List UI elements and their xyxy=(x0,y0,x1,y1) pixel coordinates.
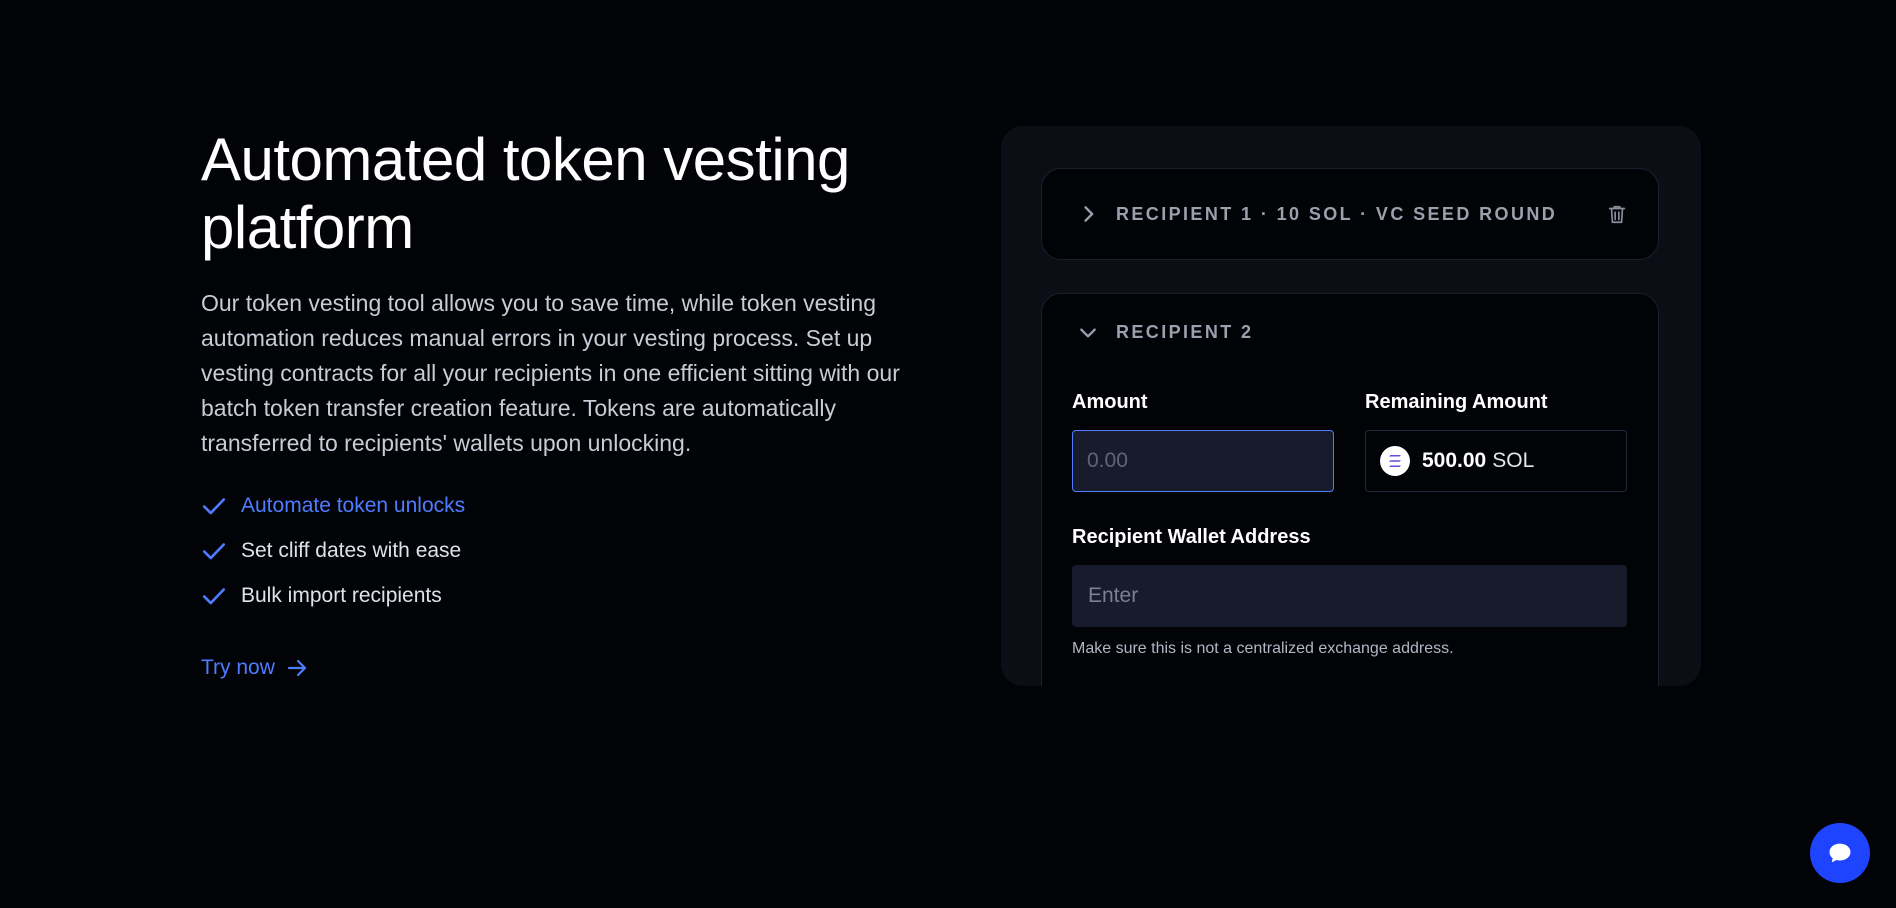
try-now-label: Try now xyxy=(201,656,275,679)
hero-description: Our token vesting tool allows you to sav… xyxy=(201,290,900,456)
feature-label: Set cliff dates with ease xyxy=(241,538,462,562)
wallet-address-label: Recipient Wallet Address xyxy=(1072,526,1311,548)
hero-title: Automated token vesting platform xyxy=(201,126,850,261)
recipient-1-accordion[interactable]: RECIPIENT 1 · 10 SOL · VC SEED ROUND xyxy=(1041,168,1659,260)
amount-input[interactable] xyxy=(1072,430,1334,492)
remaining-amount-unit: SOL xyxy=(1492,449,1535,472)
chevron-right-icon xyxy=(1084,206,1094,222)
page: Automated token vesting platform Our tok… xyxy=(0,0,1896,908)
feature-item-cliff: Set cliff dates with ease xyxy=(201,528,921,573)
solana-icon xyxy=(1380,446,1410,476)
check-icon xyxy=(202,497,226,514)
remaining-amount-value: 500.00 xyxy=(1422,449,1487,472)
amount-label: Amount xyxy=(1072,391,1148,413)
wallet-address-input[interactable] xyxy=(1072,565,1627,627)
trash-icon[interactable] xyxy=(1606,202,1628,226)
chat-button[interactable] xyxy=(1810,823,1870,883)
recipient-2-accordion: RECIPIENT 2 Amount Remaining Amount 500.… xyxy=(1041,293,1659,686)
remaining-amount-label: Remaining Amount xyxy=(1365,391,1548,413)
vesting-form-panel: RECIPIENT 1 · 10 SOL · VC SEED ROUND REC… xyxy=(1001,126,1701,686)
try-now-link[interactable]: Try now xyxy=(201,656,309,680)
wallet-address-hint: Make sure this is not a centralized exch… xyxy=(1072,640,1454,657)
hero-section: Automated token vesting platform Our tok… xyxy=(201,126,921,680)
feature-label: Automate token unlocks xyxy=(241,493,466,517)
recipient-2-header[interactable]: RECIPIENT 2 xyxy=(1078,322,1253,343)
check-icon xyxy=(202,587,226,604)
recipient-2-title: RECIPIENT 2 xyxy=(1116,322,1254,342)
feature-item-bulk: Bulk import recipients xyxy=(201,573,921,618)
recipient-1-title: RECIPIENT 1 · 10 SOL · VC SEED ROUND xyxy=(1116,203,1558,224)
remaining-amount-display: 500.00 SOL xyxy=(1365,430,1627,492)
feature-list: Automate token unlocks Set cliff dates w… xyxy=(201,483,921,618)
chat-bubble-icon xyxy=(1829,843,1851,863)
chevron-down-icon xyxy=(1080,328,1096,337)
feature-item-automate: Automate token unlocks xyxy=(201,483,921,528)
feature-label: Bulk import recipients xyxy=(241,583,442,607)
arrow-right-icon xyxy=(287,659,307,677)
check-icon xyxy=(202,542,226,559)
